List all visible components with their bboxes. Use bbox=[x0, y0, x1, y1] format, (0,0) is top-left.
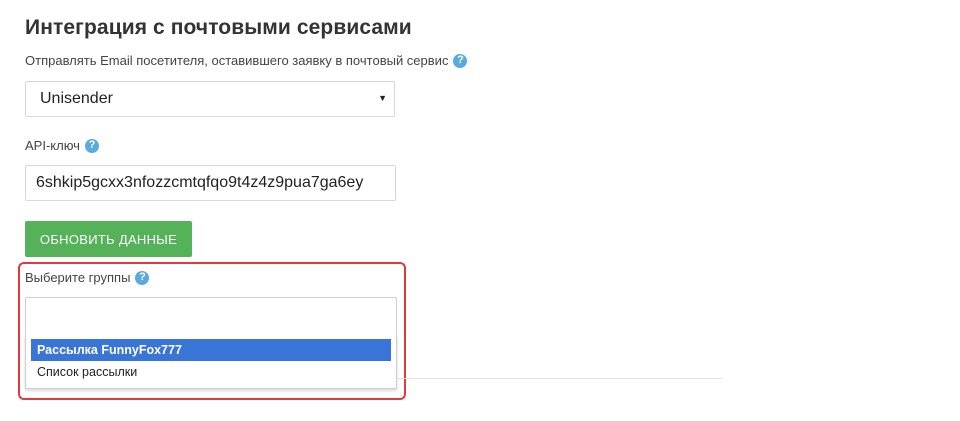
page-title: Интеграция с почтовыми сервисами bbox=[25, 16, 412, 39]
api-key-label: API-ключ bbox=[25, 138, 80, 153]
groups-multiselect-input[interactable] bbox=[25, 297, 397, 335]
provider-select[interactable]: Unisender ▼ bbox=[25, 81, 395, 117]
groups-option[interactable]: Список рассылки bbox=[31, 361, 391, 383]
update-data-button[interactable]: ОБНОВИТЬ ДАННЫЕ bbox=[25, 221, 192, 257]
groups-label: Выберите группы bbox=[25, 270, 131, 285]
question-circle-icon[interactable]: ? bbox=[453, 53, 468, 68]
api-label-row: API-ключ ? bbox=[25, 138, 99, 153]
section-divider bbox=[398, 378, 722, 379]
provider-select-value: Unisender bbox=[40, 90, 113, 107]
provider-label-row: Отправлять Email посетителя, оставившего… bbox=[25, 53, 468, 68]
integration-page: Интеграция с почтовыми сервисами Отправл… bbox=[0, 0, 960, 421]
question-circle-icon[interactable]: ? bbox=[84, 138, 99, 153]
caret-down-icon: ▼ bbox=[378, 93, 387, 103]
api-key-field[interactable]: 6shkip5gcxx3nfozzcmtqfqo9t4z4z9pua7ga6ey bbox=[25, 165, 396, 201]
api-key-value: 6shkip5gcxx3nfozzcmtqfqo9t4z4z9pua7ga6ey bbox=[36, 174, 364, 191]
groups-label-row: Выберите группы ? bbox=[25, 270, 150, 285]
groups-option[interactable]: Рассылка FunnyFox777 bbox=[31, 339, 391, 361]
question-circle-icon[interactable]: ? bbox=[135, 270, 150, 285]
provider-label: Отправлять Email посетителя, оставившего… bbox=[25, 53, 449, 68]
groups-dropdown: Рассылка FunnyFox777 Список рассылки bbox=[25, 334, 397, 389]
